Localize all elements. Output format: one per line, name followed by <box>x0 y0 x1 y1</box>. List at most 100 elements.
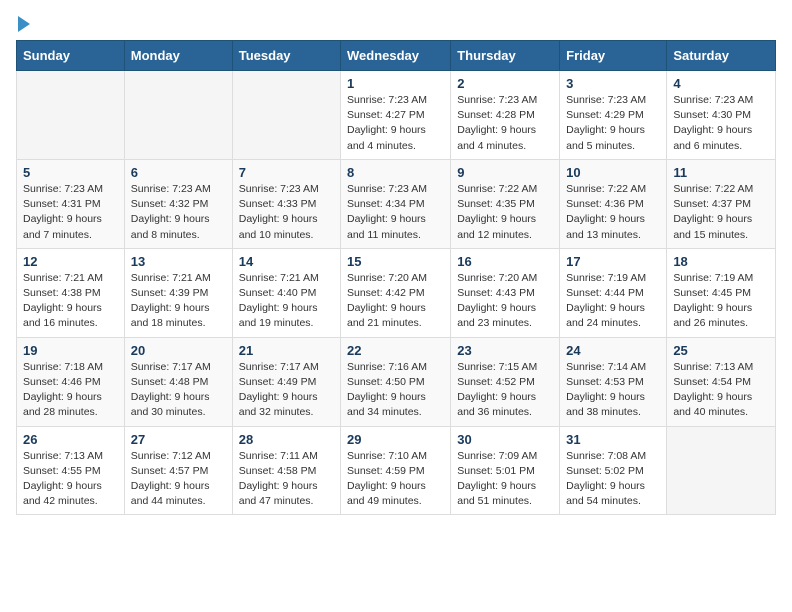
calendar-cell: 28 Sunrise: 7:11 AM Sunset: 4:58 PM Dayli… <box>232 426 340 515</box>
calendar-week-5: 26 Sunrise: 7:13 AM Sunset: 4:55 PM Dayli… <box>17 426 776 515</box>
day-info: Sunrise: 7:18 AM Sunset: 4:46 PM Dayligh… <box>23 360 118 421</box>
calendar-week-3: 12 Sunrise: 7:21 AM Sunset: 4:38 PM Dayli… <box>17 248 776 337</box>
col-header-tuesday: Tuesday <box>232 41 340 71</box>
col-header-wednesday: Wednesday <box>341 41 451 71</box>
day-info: Sunrise: 7:20 AM Sunset: 4:43 PM Dayligh… <box>457 271 553 332</box>
day-info: Sunrise: 7:16 AM Sunset: 4:50 PM Dayligh… <box>347 360 444 421</box>
day-info: Sunrise: 7:23 AM Sunset: 4:27 PM Dayligh… <box>347 93 444 154</box>
calendar-cell: 14 Sunrise: 7:21 AM Sunset: 4:40 PM Dayli… <box>232 248 340 337</box>
day-info: Sunrise: 7:23 AM Sunset: 4:31 PM Dayligh… <box>23 182 118 243</box>
calendar-cell <box>124 71 232 160</box>
day-info: Sunrise: 7:14 AM Sunset: 4:53 PM Dayligh… <box>566 360 660 421</box>
day-number: 7 <box>239 165 334 180</box>
col-header-friday: Friday <box>560 41 667 71</box>
day-number: 2 <box>457 76 553 91</box>
day-info: Sunrise: 7:23 AM Sunset: 4:34 PM Dayligh… <box>347 182 444 243</box>
calendar-cell: 30Sunrise: 7:09 AM Sunset: 5:01 PM Dayli… <box>451 426 560 515</box>
day-number: 23 <box>457 343 553 358</box>
day-info: Sunrise: 7:21 AM Sunset: 4:40 PM Dayligh… <box>239 271 334 332</box>
day-info: Sunrise: 7:23 AM Sunset: 4:30 PM Dayligh… <box>673 93 769 154</box>
day-info: Sunrise: 7:08 AM Sunset: 5:02 PM Dayligh… <box>566 449 660 510</box>
calendar-week-4: 19Sunrise: 7:18 AM Sunset: 4:46 PM Dayli… <box>17 337 776 426</box>
col-header-monday: Monday <box>124 41 232 71</box>
calendar-cell: 15Sunrise: 7:20 AM Sunset: 4:42 PM Dayli… <box>341 248 451 337</box>
day-number: 31 <box>566 432 660 447</box>
day-number: 14 <box>239 254 334 269</box>
day-info: Sunrise: 7:23 AM Sunset: 4:28 PM Dayligh… <box>457 93 553 154</box>
day-info: Sunrise: 7:23 AM Sunset: 4:29 PM Dayligh… <box>566 93 660 154</box>
day-number: 28 <box>239 432 334 447</box>
calendar-cell: 1 Sunrise: 7:23 AM Sunset: 4:27 PM Daylig… <box>341 71 451 160</box>
calendar-cell: 4 Sunrise: 7:23 AM Sunset: 4:30 PM Daylig… <box>667 71 776 160</box>
calendar-table: SundayMondayTuesdayWednesdayThursdayFrid… <box>16 40 776 515</box>
day-number: 25 <box>673 343 769 358</box>
calendar-header-row: SundayMondayTuesdayWednesdayThursdayFrid… <box>17 41 776 71</box>
day-number: 10 <box>566 165 660 180</box>
day-info: Sunrise: 7:19 AM Sunset: 4:45 PM Dayligh… <box>673 271 769 332</box>
day-info: Sunrise: 7:21 AM Sunset: 4:38 PM Dayligh… <box>23 271 118 332</box>
calendar-cell: 19Sunrise: 7:18 AM Sunset: 4:46 PM Dayli… <box>17 337 125 426</box>
day-number: 15 <box>347 254 444 269</box>
day-info: Sunrise: 7:13 AM Sunset: 4:55 PM Dayligh… <box>23 449 118 510</box>
calendar-cell: 23 Sunrise: 7:15 AM Sunset: 4:52 PM Dayli… <box>451 337 560 426</box>
day-info: Sunrise: 7:12 AM Sunset: 4:57 PM Dayligh… <box>131 449 226 510</box>
day-info: Sunrise: 7:21 AM Sunset: 4:39 PM Dayligh… <box>131 271 226 332</box>
calendar-cell <box>667 426 776 515</box>
day-info: Sunrise: 7:22 AM Sunset: 4:37 PM Dayligh… <box>673 182 769 243</box>
calendar-cell: 25 Sunrise: 7:13 AM Sunset: 4:54 PM Dayli… <box>667 337 776 426</box>
calendar-cell: 5 Sunrise: 7:23 AM Sunset: 4:31 PM Daylig… <box>17 159 125 248</box>
day-number: 1 <box>347 76 444 91</box>
day-info: Sunrise: 7:17 AM Sunset: 4:48 PM Dayligh… <box>131 360 226 421</box>
day-info: Sunrise: 7:17 AM Sunset: 4:49 PM Dayligh… <box>239 360 334 421</box>
logo <box>16 16 32 28</box>
day-number: 3 <box>566 76 660 91</box>
day-number: 8 <box>347 165 444 180</box>
day-number: 5 <box>23 165 118 180</box>
calendar-cell: 24Sunrise: 7:14 AM Sunset: 4:53 PM Dayli… <box>560 337 667 426</box>
day-number: 4 <box>673 76 769 91</box>
calendar-cell: 7 Sunrise: 7:23 AM Sunset: 4:33 PM Daylig… <box>232 159 340 248</box>
calendar-cell <box>232 71 340 160</box>
col-header-thursday: Thursday <box>451 41 560 71</box>
day-info: Sunrise: 7:22 AM Sunset: 4:35 PM Dayligh… <box>457 182 553 243</box>
day-number: 26 <box>23 432 118 447</box>
day-info: Sunrise: 7:10 AM Sunset: 4:59 PM Dayligh… <box>347 449 444 510</box>
day-info: Sunrise: 7:13 AM Sunset: 4:54 PM Dayligh… <box>673 360 769 421</box>
calendar-cell: 26 Sunrise: 7:13 AM Sunset: 4:55 PM Dayli… <box>17 426 125 515</box>
calendar-cell <box>17 71 125 160</box>
calendar-cell: 27 Sunrise: 7:12 AM Sunset: 4:57 PM Dayli… <box>124 426 232 515</box>
calendar-cell: 10 Sunrise: 7:22 AM Sunset: 4:36 PM Dayli… <box>560 159 667 248</box>
day-info: Sunrise: 7:15 AM Sunset: 4:52 PM Dayligh… <box>457 360 553 421</box>
calendar-cell: 31 Sunrise: 7:08 AM Sunset: 5:02 PM Dayli… <box>560 426 667 515</box>
day-info: Sunrise: 7:11 AM Sunset: 4:58 PM Dayligh… <box>239 449 334 510</box>
day-number: 22 <box>347 343 444 358</box>
calendar-cell: 12 Sunrise: 7:21 AM Sunset: 4:38 PM Dayli… <box>17 248 125 337</box>
calendar-cell: 6Sunrise: 7:23 AM Sunset: 4:32 PM Daylig… <box>124 159 232 248</box>
day-number: 18 <box>673 254 769 269</box>
day-number: 9 <box>457 165 553 180</box>
day-info: Sunrise: 7:19 AM Sunset: 4:44 PM Dayligh… <box>566 271 660 332</box>
calendar-cell: 2 Sunrise: 7:23 AM Sunset: 4:28 PM Daylig… <box>451 71 560 160</box>
day-number: 29 <box>347 432 444 447</box>
calendar-cell: 21 Sunrise: 7:17 AM Sunset: 4:49 PM Dayli… <box>232 337 340 426</box>
day-number: 27 <box>131 432 226 447</box>
day-number: 17 <box>566 254 660 269</box>
day-number: 6 <box>131 165 226 180</box>
day-info: Sunrise: 7:22 AM Sunset: 4:36 PM Dayligh… <box>566 182 660 243</box>
calendar-cell: 29 Sunrise: 7:10 AM Sunset: 4:59 PM Dayli… <box>341 426 451 515</box>
day-number: 13 <box>131 254 226 269</box>
calendar-cell: 11Sunrise: 7:22 AM Sunset: 4:37 PM Dayli… <box>667 159 776 248</box>
day-number: 20 <box>131 343 226 358</box>
col-header-sunday: Sunday <box>17 41 125 71</box>
calendar-cell: 17 Sunrise: 7:19 AM Sunset: 4:44 PM Dayli… <box>560 248 667 337</box>
calendar-cell: 18 Sunrise: 7:19 AM Sunset: 4:45 PM Dayli… <box>667 248 776 337</box>
day-info: Sunrise: 7:23 AM Sunset: 4:33 PM Dayligh… <box>239 182 334 243</box>
calendar-cell: 9 Sunrise: 7:22 AM Sunset: 4:35 PM Daylig… <box>451 159 560 248</box>
calendar-week-2: 5 Sunrise: 7:23 AM Sunset: 4:31 PM Daylig… <box>17 159 776 248</box>
calendar-cell: 16 Sunrise: 7:20 AM Sunset: 4:43 PM Dayli… <box>451 248 560 337</box>
day-number: 12 <box>23 254 118 269</box>
logo-arrow-icon <box>18 16 30 32</box>
calendar-cell: 8 Sunrise: 7:23 AM Sunset: 4:34 PM Daylig… <box>341 159 451 248</box>
day-number: 21 <box>239 343 334 358</box>
day-number: 16 <box>457 254 553 269</box>
